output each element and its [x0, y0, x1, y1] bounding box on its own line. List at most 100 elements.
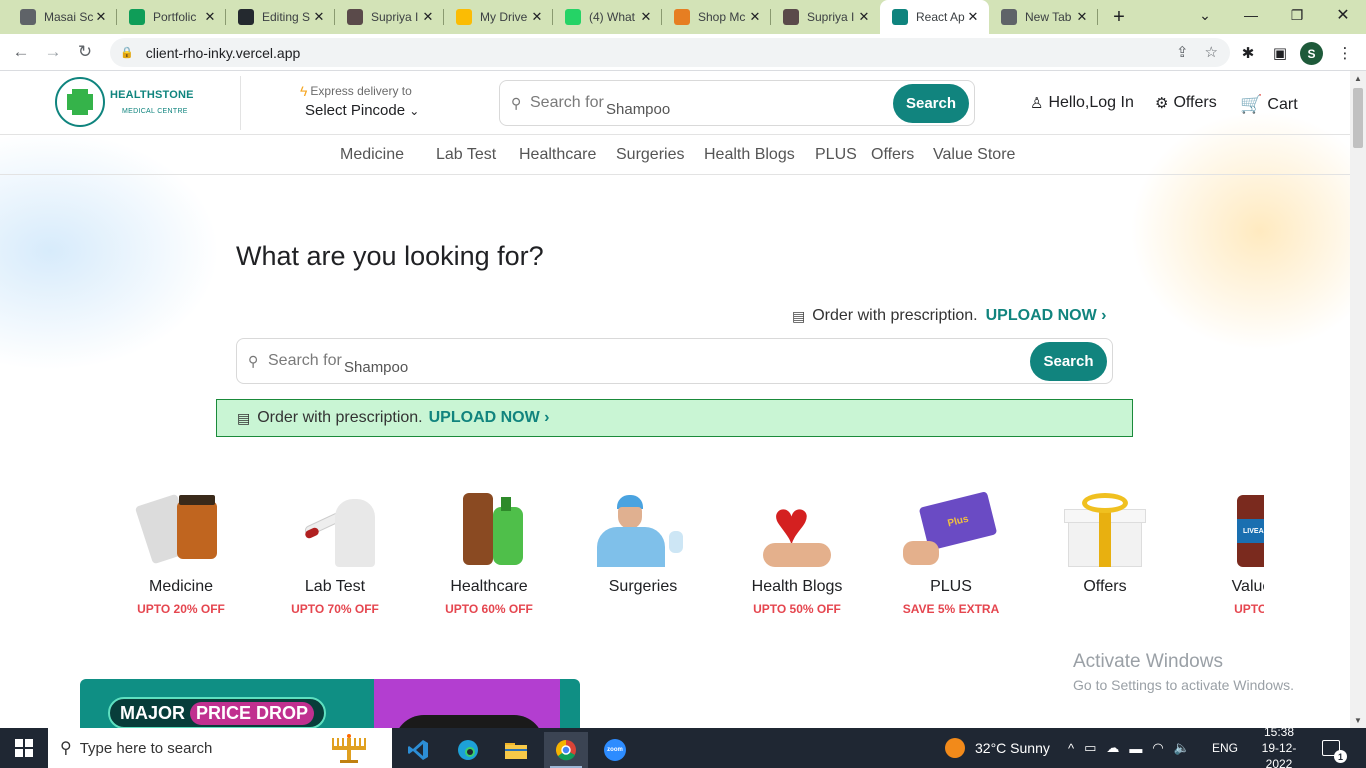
browser-tab[interactable]: Supriya I ✕ — [335, 0, 444, 34]
browser-tab[interactable]: React Ap ✕ — [880, 0, 989, 34]
browser-tab[interactable]: Masai Sc ✕ — [8, 0, 117, 34]
bookmark-star-icon[interactable]: ☆ — [1205, 43, 1218, 61]
taskbar-search-input[interactable]: ⚲ Type here to search — [48, 728, 392, 768]
close-tab-icon[interactable]: ✕ — [965, 9, 981, 25]
close-tab-icon[interactable]: ✕ — [747, 9, 763, 25]
cart-link[interactable]: 🛒 Cart — [1240, 94, 1298, 115]
offers-link[interactable]: ⚙ Offers — [1155, 94, 1217, 112]
close-tab-icon[interactable]: ✕ — [1074, 9, 1090, 25]
login-link[interactable]: ♙ Hello,Log In — [1030, 94, 1134, 112]
close-tab-icon[interactable]: ✕ — [93, 9, 109, 25]
profile-avatar[interactable]: S — [1300, 42, 1323, 65]
nav-offers[interactable]: Offers — [871, 146, 914, 164]
main-search-button[interactable]: Search — [1030, 342, 1107, 381]
system-tray: ^ ▭ ☁ ▬ ◠ 🔈 — [1068, 728, 1190, 768]
browser-tab[interactable]: Portfolic ✕ — [117, 0, 226, 34]
clock[interactable]: 15:38 19-12-2022 — [1254, 725, 1304, 768]
forward-icon[interactable]: → — [37, 36, 69, 68]
prescription-banner[interactable]: ▤ Order with prescription. UPLOAD NOW › — [216, 399, 1133, 437]
address-bar[interactable]: 🔒 client-rho-inky.vercel.app ⇪ ☆ — [110, 38, 1230, 67]
scroll-thumb[interactable] — [1353, 88, 1363, 148]
close-tab-icon[interactable]: ✕ — [420, 9, 436, 25]
banner-upload-link[interactable]: UPLOAD NOW › — [429, 409, 550, 427]
edge-icon[interactable] — [446, 732, 490, 768]
gift-box-image — [1060, 491, 1150, 567]
tab-title: My Drive — [480, 10, 528, 24]
battery-icon[interactable]: ▬ — [1129, 741, 1142, 756]
browser-tab[interactable]: Shop Mc ✕ — [662, 0, 771, 34]
category-offers[interactable]: Offers — [1028, 491, 1182, 602]
price-drop-banner[interactable]: MAJOR PRICE DROP — [80, 679, 580, 728]
prescription-icon: ▤ — [792, 307, 806, 324]
header-divider — [240, 76, 241, 130]
language-indicator[interactable]: ENG — [1212, 728, 1238, 768]
upload-now-link[interactable]: UPLOAD NOW › — [986, 307, 1107, 325]
browser-tab[interactable]: New Tab ✕ — [989, 0, 1098, 34]
browser-tab[interactable]: (4) What ✕ — [553, 0, 662, 34]
tab-search-icon[interactable]: ⌄ — [1182, 0, 1228, 30]
nav-value-store[interactable]: Value Store — [933, 146, 1015, 164]
onedrive-icon[interactable]: ☁ — [1106, 740, 1119, 756]
tab-title: New Tab — [1025, 10, 1072, 24]
reload-icon[interactable]: ↻ — [69, 36, 101, 68]
github-icon — [238, 9, 254, 25]
category-surgeries[interactable]: Surgeries — [566, 491, 720, 602]
nav-lab-test[interactable]: Lab Test — [436, 146, 496, 164]
login-label: Hello,Log In — [1048, 94, 1134, 111]
close-tab-icon[interactable]: ✕ — [202, 9, 218, 25]
header-search-button[interactable]: Search — [893, 84, 969, 123]
weather-widget[interactable]: 32°C Sunny — [945, 728, 1050, 768]
react-icon — [892, 9, 908, 25]
side-panel-icon[interactable]: ▣ — [1265, 38, 1295, 68]
site-logo[interactable]: HEALTHSTONE MEDICAL CENTRE — [55, 77, 194, 127]
scroll-down-icon[interactable]: ▼ — [1354, 716, 1362, 725]
close-tab-icon[interactable]: ✕ — [311, 9, 327, 25]
volume-icon[interactable]: 🔈 — [1174, 740, 1190, 756]
medicine-image — [134, 491, 221, 567]
nav-healthcare[interactable]: Healthcare — [519, 146, 596, 164]
weather-text: 32°C Sunny — [975, 740, 1050, 756]
category-medicine[interactable]: Medicine UPTO 20% OFF — [104, 491, 258, 616]
close-window-button[interactable]: ✕ — [1320, 0, 1366, 30]
chrome-taskbar-icon[interactable] — [544, 732, 588, 768]
nav-plus[interactable]: PLUS — [815, 146, 857, 164]
file-explorer-icon[interactable] — [494, 732, 538, 768]
pincode-selector[interactable]: ϟ Express delivery to Select Pincode ⌄ — [300, 83, 419, 119]
main-search-box[interactable]: ⚲ Search for Shampoo Search — [236, 338, 1113, 384]
nav-medicine[interactable]: Medicine — [340, 146, 404, 164]
share-icon[interactable]: ⇪ — [1176, 43, 1189, 61]
browser-tab[interactable]: My Drive ✕ — [444, 0, 553, 34]
notification-center-icon[interactable]: 1 — [1322, 728, 1347, 768]
browser-tab[interactable]: Supriya I ✕ — [771, 0, 880, 34]
wifi-icon[interactable]: ◠ — [1152, 740, 1163, 756]
scroll-up-icon[interactable]: ▲ — [1354, 74, 1362, 83]
header-search-box[interactable]: ⚲ Search for Shampoo Search — [499, 80, 975, 126]
nav-surgeries[interactable]: Surgeries — [616, 146, 684, 164]
nav-health-blogs[interactable]: Health Blogs — [704, 146, 795, 164]
zoom-icon[interactable]: zoom — [593, 732, 637, 768]
chrome-menu-icon[interactable]: ⋮ — [1330, 38, 1360, 68]
windows-taskbar: ⚲ Type here to search zoom 32°C Sunny ^ … — [0, 725, 1366, 768]
restore-button[interactable]: ❐ — [1274, 0, 1320, 30]
close-tab-icon[interactable]: ✕ — [638, 9, 654, 25]
cart-icon: 🛒 — [1240, 94, 1263, 114]
minimize-button[interactable]: — — [1228, 0, 1274, 30]
extensions-puzzle-icon[interactable]: ✱ — [1233, 38, 1263, 68]
meet-now-icon[interactable]: ▭ — [1084, 740, 1096, 756]
category-lab-test[interactable]: Lab Test UPTO 70% OFF — [258, 491, 412, 616]
category-health-blogs[interactable]: ♥ Health Blogs UPTO 50% OFF — [720, 491, 874, 617]
category-value-store[interactable]: LIVEASY Value S UPTO 50 — [1182, 491, 1264, 616]
search-icon: ⚲ — [248, 353, 259, 369]
close-tab-icon[interactable]: ✕ — [856, 9, 872, 25]
category-healthcare[interactable]: Healthcare UPTO 60% OFF — [412, 491, 566, 616]
new-tab-button[interactable]: + — [1104, 0, 1134, 34]
back-icon[interactable]: ← — [5, 36, 37, 68]
browser-tab[interactable]: Editing S ✕ — [226, 0, 335, 34]
notification-count: 1 — [1334, 750, 1347, 763]
chevron-up-icon[interactable]: ^ — [1068, 741, 1074, 756]
vscode-icon[interactable] — [396, 732, 440, 768]
page-scrollbar[interactable]: ▲ ▼ — [1350, 71, 1366, 728]
category-plus[interactable]: Plus PLUS SAVE 5% EXTRA — [874, 491, 1028, 616]
windows-start-icon[interactable] — [0, 728, 48, 768]
close-tab-icon[interactable]: ✕ — [529, 9, 545, 25]
